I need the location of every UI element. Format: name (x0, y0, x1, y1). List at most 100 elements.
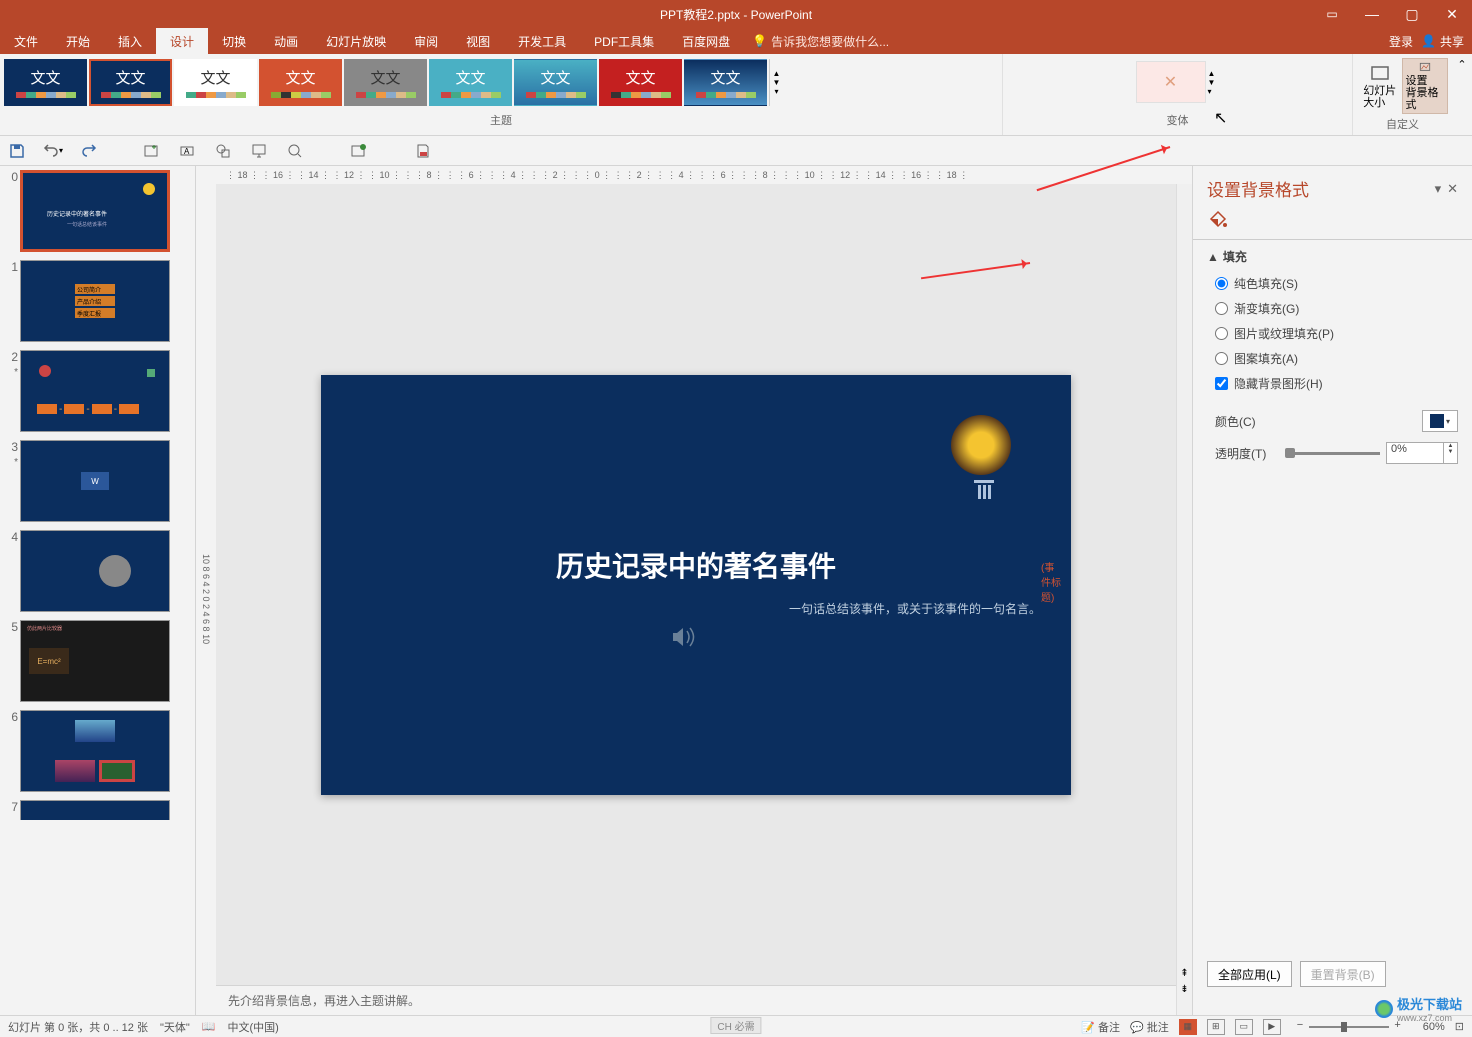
next-slide-button[interactable]: ⇟ (1177, 984, 1192, 995)
picture-fill-option[interactable]: 图片或纹理填充(P) (1215, 325, 1458, 342)
theme-option[interactable]: 文文 (259, 59, 342, 106)
fill-tab-icon[interactable] (1207, 209, 1229, 231)
slide-canvas-wrap[interactable]: 历史记录中的著名事件 (事件标题) 一句话总结该事件，或关于该事件的一句名言。 (216, 184, 1176, 985)
slide-thumb[interactable] (20, 530, 170, 612)
reading-view-button[interactable]: ▭ (1235, 1019, 1253, 1035)
transparency-input[interactable]: 0%▲▼ (1386, 442, 1458, 464)
theme-option[interactable]: 文文 (344, 59, 427, 106)
export-button[interactable] (348, 140, 370, 162)
slide-thumbnail-0[interactable]: 0 历史记录中的著名事件 一句话总结该事件 (4, 170, 191, 252)
tab-view[interactable]: 视图 (452, 28, 504, 54)
theme-option[interactable]: 文文 (429, 59, 512, 106)
tell-me-search[interactable]: 💡 告诉我您想要做什么... (752, 33, 889, 50)
color-picker-button[interactable]: ▾ (1422, 410, 1458, 432)
variant-option[interactable]: ✕ (1136, 61, 1206, 103)
share-button[interactable]: 👤 共享 (1421, 33, 1464, 50)
slideshow-view-button[interactable]: ▶ (1263, 1019, 1281, 1035)
fill-section-toggle[interactable]: ▲填充 (1207, 248, 1458, 265)
tab-transitions[interactable]: 切换 (208, 28, 260, 54)
slide-thumb[interactable] (20, 710, 170, 792)
quick-access-toolbar: ▾ A (0, 136, 1472, 166)
window-controls: ▭ — ▢ ✕ (1312, 0, 1472, 28)
collapse-ribbon-button[interactable]: ⌃ (1452, 54, 1472, 135)
notes-toggle[interactable]: 📝 备注 (1081, 1019, 1120, 1035)
tab-review[interactable]: 审阅 (400, 28, 452, 54)
slide-thumbnail-2[interactable]: 2* --- (4, 350, 191, 432)
minimize-button[interactable]: — (1352, 0, 1392, 28)
zoom-button[interactable] (284, 140, 306, 162)
slide-tag[interactable]: (事件标题) (1041, 559, 1061, 604)
comments-toggle[interactable]: 💬 批注 (1130, 1019, 1169, 1035)
apply-all-button[interactable]: 全部应用(L) (1207, 961, 1292, 987)
slide-thumbnail-4[interactable]: 4 (4, 530, 191, 612)
tab-slideshow[interactable]: 幻灯片放映 (312, 28, 400, 54)
theme-option[interactable]: 文文 (684, 59, 767, 106)
maximize-button[interactable]: ▢ (1392, 0, 1432, 28)
slide-thumb[interactable] (20, 800, 170, 820)
tab-pdf[interactable]: PDF工具集 (580, 28, 668, 54)
tab-file[interactable]: 文件 (0, 28, 52, 54)
pdf-button[interactable] (412, 140, 434, 162)
share-icon: 👤 (1421, 34, 1436, 48)
slide-size-button[interactable]: 幻灯片 大小 (1357, 58, 1402, 114)
slide-thumbnail-5[interactable]: 5 仿此两片比较器 E=mc² (4, 620, 191, 702)
solid-fill-option[interactable]: 纯色填充(S) (1215, 275, 1458, 292)
theme-option[interactable]: 文文 (174, 59, 257, 106)
themes-more-button[interactable]: ▲▼▾ (769, 59, 783, 106)
ribbon-options-icon[interactable]: ▭ (1312, 0, 1352, 28)
zoom-slider[interactable] (1309, 1026, 1389, 1028)
pane-close-button[interactable]: ✕ (1447, 181, 1458, 197)
slide-thumbnail-6[interactable]: 6 (4, 710, 191, 792)
sorter-view-button[interactable]: ⊞ (1207, 1019, 1225, 1035)
slides-panel[interactable]: 0 历史记录中的著名事件 一句话总结该事件 1 公司简介 产品介绍 季度汇报 2… (0, 166, 196, 1015)
slide-thumb[interactable]: 仿此两片比较器 E=mc² (20, 620, 170, 702)
insert-textbox-button[interactable]: A (176, 140, 198, 162)
prev-slide-button[interactable]: ⇞ (1177, 968, 1192, 979)
normal-view-button[interactable]: ▦ (1179, 1019, 1197, 1035)
hide-bg-graphics-option[interactable]: 隐藏背景图形(H) (1215, 375, 1458, 392)
column-icon[interactable] (972, 480, 996, 506)
slide-thumb[interactable]: 历史记录中的著名事件 一句话总结该事件 (20, 170, 170, 252)
slide-subtitle[interactable]: 一句话总结该事件，或关于该事件的一句名言。 (741, 600, 1041, 617)
spellcheck-icon[interactable]: 📖 (202, 1020, 216, 1033)
slide-thumb[interactable]: W (20, 440, 170, 522)
tab-home[interactable]: 开始 (52, 28, 104, 54)
present-button[interactable] (248, 140, 270, 162)
tab-insert[interactable]: 插入 (104, 28, 156, 54)
language-indicator[interactable]: 中文(中国) (228, 1019, 279, 1035)
slide-title[interactable]: 历史记录中的著名事件 (556, 545, 836, 585)
theme-option[interactable]: 文文 (514, 59, 597, 106)
pattern-fill-option[interactable]: 图案填充(A) (1215, 350, 1458, 367)
save-button[interactable] (6, 140, 28, 162)
undo-button[interactable]: ▾ (42, 140, 64, 162)
new-slide-button[interactable] (140, 140, 162, 162)
slide-image[interactable] (951, 415, 1011, 475)
customize-group-label: 自定义 (1357, 114, 1448, 134)
tab-baidu[interactable]: 百度网盘 (668, 28, 744, 54)
close-button[interactable]: ✕ (1432, 0, 1472, 28)
theme-option[interactable]: 文文 (4, 59, 87, 106)
tab-design[interactable]: 设计 (156, 28, 208, 54)
slide-thumbnail-1[interactable]: 1 公司简介 产品介绍 季度汇报 (4, 260, 191, 342)
theme-option-selected[interactable]: 文文 (89, 59, 172, 106)
slide-thumb[interactable]: --- (20, 350, 170, 432)
format-background-button[interactable]: 设置 背景格式 (1402, 58, 1448, 114)
slide-thumb[interactable]: 公司简介 产品介绍 季度汇报 (20, 260, 170, 342)
tab-developer[interactable]: 开发工具 (504, 28, 580, 54)
login-link[interactable]: 登录 (1389, 33, 1413, 50)
redo-button[interactable] (78, 140, 100, 162)
transparency-property: 透明度(T) 0%▲▼ (1215, 442, 1458, 464)
vertical-scrollbar[interactable]: ⇞ ⇟ (1176, 184, 1192, 1015)
speaker-icon[interactable] (671, 625, 699, 656)
variants-more-button[interactable]: ▲▼▾ (1208, 61, 1222, 103)
notes-area[interactable]: 先介绍背景信息，再进入主题讲解。 (216, 985, 1176, 1015)
slide-canvas[interactable]: 历史记录中的著名事件 (事件标题) 一句话总结该事件，或关于该事件的一句名言。 (321, 375, 1071, 795)
shapes-button[interactable] (212, 140, 234, 162)
gradient-fill-option[interactable]: 渐变填充(G) (1215, 300, 1458, 317)
tab-animations[interactable]: 动画 (260, 28, 312, 54)
pane-options-button[interactable]: ▾ (1435, 181, 1442, 197)
slide-thumbnail-3[interactable]: 3* W (4, 440, 191, 522)
theme-option[interactable]: 文文 (599, 59, 682, 106)
transparency-slider[interactable] (1285, 452, 1380, 455)
slide-thumbnail-7[interactable]: 7 (4, 800, 191, 820)
